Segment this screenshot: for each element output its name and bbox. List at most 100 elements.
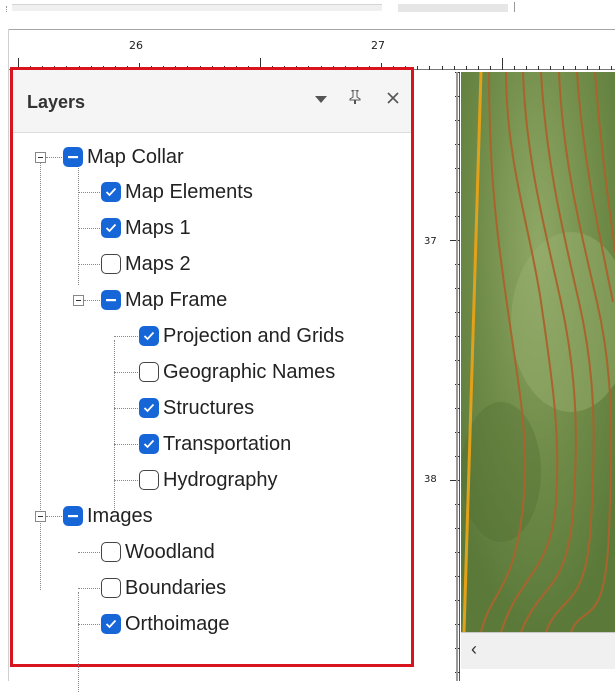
ruler-tick xyxy=(489,66,491,70)
tree-connector xyxy=(78,228,100,229)
layer-checkbox[interactable] xyxy=(101,542,121,562)
layer-checkbox[interactable] xyxy=(139,362,159,382)
layer-maps-1[interactable]: Maps 1 xyxy=(101,212,191,244)
ruler-tick xyxy=(562,66,564,70)
ruler-label-26: 26 xyxy=(129,39,143,52)
layer-checkbox[interactable] xyxy=(63,147,83,167)
ruler-tick xyxy=(441,66,443,70)
layers-panel: Layers Map Collar Map Elements Maps 1 Ma… xyxy=(10,67,414,692)
horizontal-ruler: 26 27 xyxy=(9,30,615,70)
ruler-tick xyxy=(514,66,516,70)
ruler-tick xyxy=(526,66,528,70)
collapse-map-collar-button[interactable] xyxy=(35,152,46,163)
layer-label: Geographic Names xyxy=(163,360,336,383)
top-divider xyxy=(514,2,515,12)
top-scroll-thumb[interactable] xyxy=(398,4,508,12)
top-scroll-strip xyxy=(0,0,615,24)
layer-hydrography[interactable]: Hydrography xyxy=(139,464,278,496)
layer-label: Woodland xyxy=(125,540,215,563)
layer-projection-grids[interactable]: Projection and Grids xyxy=(139,320,344,352)
layer-label: Map Elements xyxy=(125,180,253,203)
tree-connector xyxy=(114,444,138,445)
ruler-left-border xyxy=(8,29,9,681)
layer-checkbox[interactable] xyxy=(139,470,159,490)
layer-transportation[interactable]: Transportation xyxy=(139,428,291,460)
tree-connector xyxy=(114,336,138,337)
layer-label: Hydrography xyxy=(163,468,278,491)
ruler-tick xyxy=(453,66,455,70)
map-view[interactable] xyxy=(461,72,615,632)
scroll-left-arrow-icon[interactable]: ‹ xyxy=(471,639,477,660)
tree-connector xyxy=(78,264,100,265)
tree-connector xyxy=(46,157,62,158)
ruler-tick xyxy=(417,66,419,70)
tree-connector xyxy=(78,552,100,553)
layer-label: Maps 2 xyxy=(125,252,191,275)
layer-images[interactable]: Images xyxy=(63,500,153,532)
ruler-tick xyxy=(465,66,467,70)
layer-checkbox[interactable] xyxy=(101,254,121,274)
tree-connector xyxy=(78,588,100,589)
dropdown-arrow-icon[interactable] xyxy=(309,88,333,112)
layer-checkbox[interactable] xyxy=(139,326,159,346)
map-horizontal-scrollbar[interactable]: ‹ xyxy=(461,632,615,669)
ruler-tick xyxy=(574,66,576,70)
layer-checkbox[interactable] xyxy=(101,578,121,598)
ruler-label-27: 27 xyxy=(371,39,385,52)
layer-label: Structures xyxy=(163,396,255,419)
layer-label: Map Frame xyxy=(125,288,228,311)
layer-geographic-names[interactable]: Geographic Names xyxy=(139,356,335,388)
tree-connector xyxy=(114,480,138,481)
layer-checkbox[interactable] xyxy=(139,398,159,418)
layer-label: Projection and Grids xyxy=(163,324,345,347)
top-scroll-track[interactable] xyxy=(12,4,382,11)
panel-title: Layers xyxy=(27,92,86,112)
collapse-images-button[interactable] xyxy=(35,511,46,522)
tree-connector xyxy=(84,300,100,301)
ruler-tick xyxy=(429,66,431,70)
layer-boundaries[interactable]: Boundaries xyxy=(101,572,226,604)
layer-checkbox[interactable] xyxy=(101,218,121,238)
aerial-map-image xyxy=(461,72,615,632)
tree-connector xyxy=(114,372,138,373)
collapse-map-frame-button[interactable] xyxy=(73,295,84,306)
ruler-label-37: 37 xyxy=(424,236,437,247)
layer-checkbox[interactable] xyxy=(101,182,121,202)
ruler-tick xyxy=(598,66,600,70)
layer-map-frame[interactable]: Map Frame xyxy=(101,284,227,316)
layer-checkbox[interactable] xyxy=(101,290,121,310)
tree-connector xyxy=(46,516,62,517)
ruler-tick xyxy=(550,66,552,70)
layer-label: Transportation xyxy=(163,432,292,455)
layer-structures[interactable]: Structures xyxy=(139,392,254,424)
tree-connector xyxy=(114,340,115,512)
layer-maps-2[interactable]: Maps 2 xyxy=(101,248,191,280)
ruler-tick xyxy=(477,66,479,70)
layer-label: Maps 1 xyxy=(125,216,191,239)
ruler-tick xyxy=(538,66,540,70)
layer-checkbox[interactable] xyxy=(63,506,83,526)
layer-woodland[interactable]: Woodland xyxy=(101,536,215,568)
layers-panel-header: Layers xyxy=(13,70,411,133)
tree-connector xyxy=(78,192,100,193)
layer-label: Orthoimage xyxy=(125,612,230,635)
ruler-tick xyxy=(586,66,588,70)
layer-checkbox[interactable] xyxy=(101,614,121,634)
vertical-ruler: 37 38 xyxy=(420,72,460,681)
ruler-v-baseline xyxy=(459,72,460,681)
tree-connector xyxy=(114,408,138,409)
layer-label: Map Collar xyxy=(87,145,184,168)
ruler-tick xyxy=(610,66,612,70)
tree-connector xyxy=(78,624,100,625)
layer-label: Images xyxy=(87,504,153,527)
ruler-tick xyxy=(502,58,503,70)
pin-icon[interactable] xyxy=(343,88,367,112)
tree-connector xyxy=(40,160,41,590)
close-icon[interactable] xyxy=(381,88,405,112)
layer-map-collar[interactable]: Map Collar xyxy=(63,141,184,173)
layer-orthoimage[interactable]: Orthoimage xyxy=(101,608,230,640)
layer-map-elements[interactable]: Map Elements xyxy=(101,176,253,208)
ruler-tick xyxy=(450,480,460,481)
layer-checkbox[interactable] xyxy=(139,434,159,454)
tree-connector xyxy=(78,592,79,692)
